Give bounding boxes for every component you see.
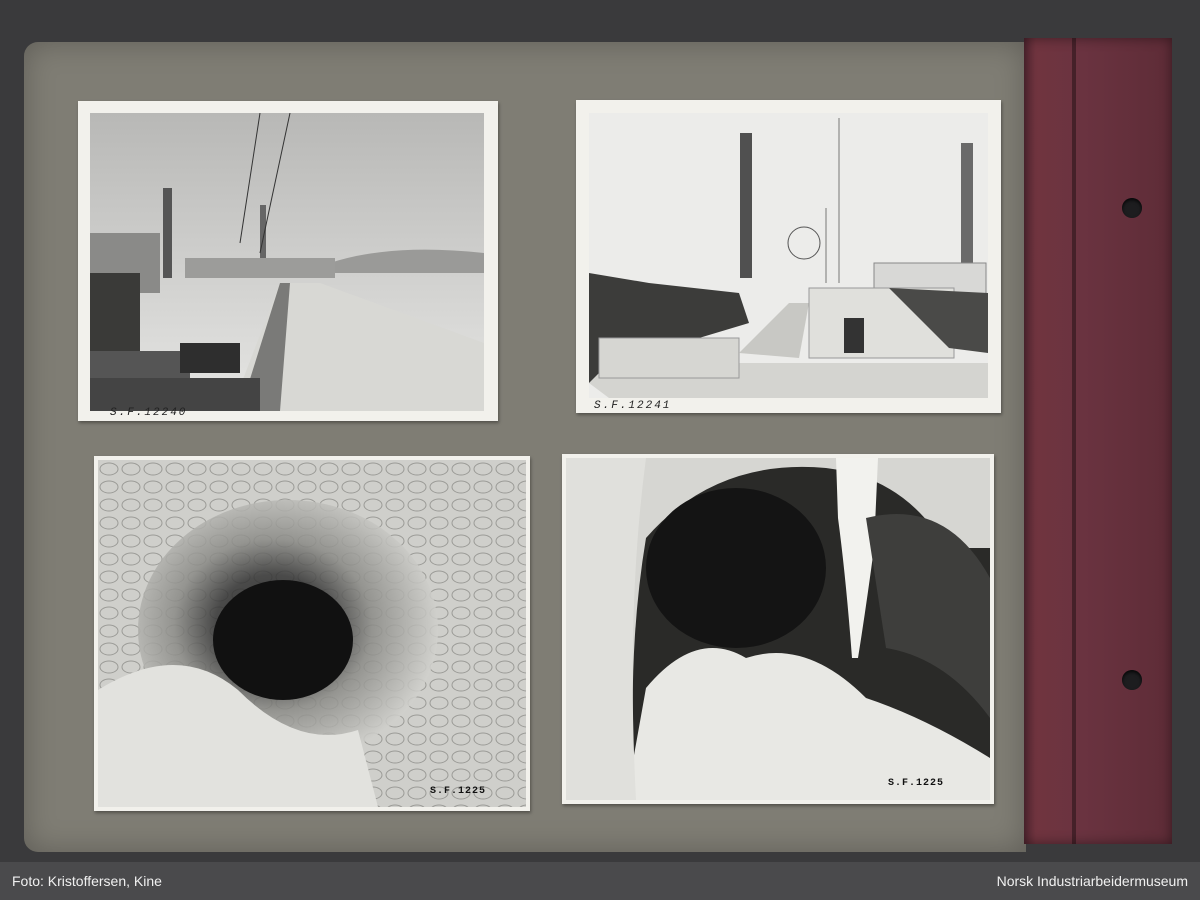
photo-bottom-right: S.F.1225 bbox=[562, 454, 994, 804]
photo-cave-stalactite bbox=[566, 458, 990, 800]
binder-hole-top bbox=[1122, 198, 1142, 218]
handwritten-mark: S.F.1225 bbox=[430, 786, 487, 797]
photo-factory-street bbox=[90, 113, 484, 411]
photo-cave-stalactite-image bbox=[566, 458, 990, 800]
spine-seam bbox=[1072, 38, 1076, 844]
album-spine bbox=[1024, 38, 1172, 844]
binder-hole-bottom bbox=[1122, 670, 1142, 690]
photo-caption: S.F.12241 bbox=[594, 400, 672, 412]
photo-cave-tunnel-image bbox=[98, 460, 526, 807]
photo-cave-tunnel bbox=[98, 460, 526, 807]
photo-chimneys-monument bbox=[589, 113, 988, 398]
photo-top-right: S.F.12241 bbox=[576, 100, 1001, 413]
institution-name: Norsk Industriarbeidermuseum bbox=[996, 873, 1188, 889]
footer-bar: Foto: Kristoffersen, Kine Norsk Industri… bbox=[0, 862, 1200, 900]
photo-chimneys-monument-image bbox=[589, 113, 988, 398]
photo-factory-street-image bbox=[90, 113, 484, 411]
handwritten-mark: S.F.1225 bbox=[888, 778, 945, 789]
photo-bottom-left: S.F.1225 bbox=[94, 456, 530, 811]
photo-top-left: S.F.12240 bbox=[78, 101, 498, 421]
photo-caption: S.F.12240 bbox=[110, 407, 188, 419]
photo-credit: Foto: Kristoffersen, Kine bbox=[12, 873, 162, 889]
